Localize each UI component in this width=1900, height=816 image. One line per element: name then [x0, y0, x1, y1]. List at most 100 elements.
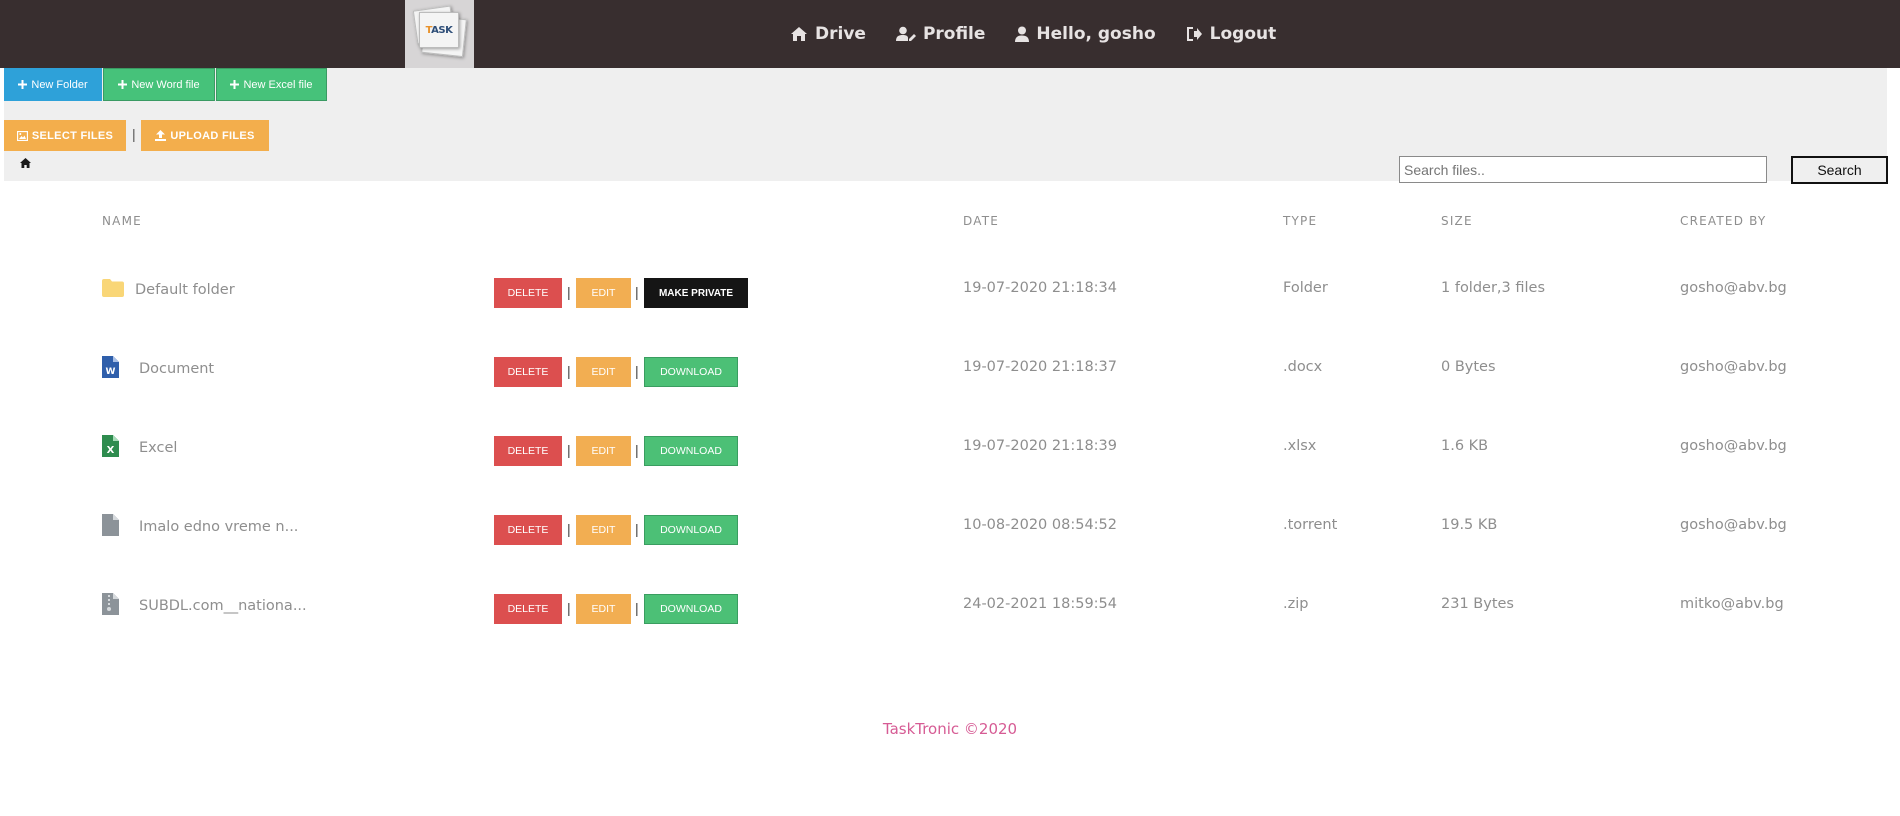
action-separator: |	[567, 363, 571, 379]
upload-files-button[interactable]: UPLOAD FILES	[141, 120, 269, 151]
edit-button[interactable]: EDIT	[576, 357, 631, 387]
edit-button[interactable]: EDIT	[576, 515, 631, 545]
search-files-input[interactable]	[1399, 156, 1767, 183]
file-date: 10-08-2020 08:54:52	[963, 517, 1117, 533]
edit-button[interactable]: EDIT	[576, 278, 631, 308]
plus-icon	[18, 80, 28, 89]
action-separator: |	[567, 521, 571, 537]
file-created-by: mitko@abv.bg	[1680, 596, 1784, 612]
file-name[interactable]: Excel	[139, 440, 177, 456]
file-created-by: gosho@abv.bg	[1680, 517, 1787, 533]
table-row[interactable]: Default folder DELETE | EDIT | MAKE PRIV…	[0, 275, 1900, 335]
delete-button[interactable]: DELETE	[494, 357, 562, 387]
delete-button[interactable]: DELETE	[494, 515, 562, 545]
nav-logout[interactable]: Logout	[1186, 24, 1277, 44]
breadcrumb-home-icon[interactable]	[20, 158, 31, 168]
new-excel-file-label: New Excel file	[243, 78, 313, 91]
action-separator: |	[635, 600, 639, 616]
main-nav: Drive Profile Hello, gosho Logout	[790, 0, 1306, 68]
action-separator: |	[567, 442, 571, 458]
file-type: .torrent	[1283, 517, 1338, 533]
column-header-type: TYPE	[1283, 214, 1318, 228]
file-name[interactable]: Document	[139, 361, 214, 377]
new-folder-button[interactable]: New Folder	[4, 68, 102, 101]
delete-button[interactable]: DELETE	[494, 278, 562, 308]
new-word-file-label: New Word file	[131, 78, 200, 91]
file-size: 231 Bytes	[1441, 596, 1514, 612]
column-header-date: DATE	[963, 214, 1000, 228]
file-date: 24-02-2021 18:59:54	[963, 596, 1117, 612]
file-created-by: gosho@abv.bg	[1680, 359, 1787, 375]
svg-text:W: W	[106, 367, 116, 377]
table-row[interactable]: SUBDL.com__nationa... DELETE | EDIT | DO…	[0, 591, 1900, 651]
home-icon	[791, 27, 807, 41]
file-type: .docx	[1283, 359, 1323, 375]
download-button[interactable]: DOWNLOAD	[644, 515, 738, 545]
logo-card-front: TASK	[419, 12, 459, 48]
upload-icon	[155, 130, 167, 141]
search-button[interactable]: Search	[1791, 156, 1888, 184]
action-separator: |	[567, 600, 571, 616]
download-button[interactable]: DOWNLOAD	[644, 436, 738, 466]
file-name[interactable]: SUBDL.com__nationa...	[139, 598, 307, 614]
svg-text:X: X	[107, 445, 115, 456]
file-type: .zip	[1283, 596, 1309, 612]
file-size: 1.6 KB	[1441, 438, 1489, 454]
action-separator: |	[635, 442, 639, 458]
make-private-button[interactable]: MAKE PRIVATE	[644, 278, 748, 308]
new-word-file-button[interactable]: New Word file	[103, 68, 215, 101]
file-name[interactable]: Default folder	[135, 282, 235, 298]
action-separator: |	[635, 284, 639, 300]
plus-icon	[230, 80, 240, 89]
zip-file-icon	[102, 593, 119, 615]
table-row[interactable]: X Excel DELETE | EDIT | DOWNLOAD 19-07-2…	[0, 433, 1900, 493]
delete-button[interactable]: DELETE	[494, 594, 562, 624]
edit-button[interactable]: EDIT	[576, 594, 631, 624]
toolbar-separator: |	[132, 126, 136, 142]
nav-profile[interactable]: Profile	[895, 24, 986, 44]
file-type: .xlsx	[1283, 438, 1317, 454]
nav-profile-label: Profile	[922, 24, 986, 44]
nav-greeting-label: Hello, gosho	[1036, 24, 1156, 44]
image-icon	[16, 130, 28, 141]
nav-drive[interactable]: Drive	[790, 24, 866, 44]
file-name[interactable]: Imalo edno vreme n...	[139, 519, 298, 535]
select-files-label: SELECT FILES	[31, 129, 114, 142]
file-created-by: gosho@abv.bg	[1680, 280, 1787, 296]
delete-button[interactable]: DELETE	[494, 436, 562, 466]
file-date: 19-07-2020 21:18:37	[963, 359, 1117, 375]
download-button[interactable]: DOWNLOAD	[644, 594, 738, 624]
column-header-created-by: CREATED BY	[1680, 214, 1767, 228]
file-size: 0 Bytes	[1441, 359, 1496, 375]
file-size: 1 folder,3 files	[1441, 280, 1546, 296]
select-files-button[interactable]: SELECT FILES	[4, 120, 126, 151]
user-edit-icon	[895, 26, 916, 41]
app-logo[interactable]: TASK	[405, 0, 474, 68]
file-date: 19-07-2020 21:18:34	[963, 280, 1117, 296]
word-file-icon: W	[102, 356, 119, 378]
file-type: Folder	[1283, 280, 1328, 296]
upload-files-label: UPLOAD FILES	[170, 129, 255, 142]
nav-greeting[interactable]: Hello, gosho	[1015, 24, 1156, 44]
logo-text: TASK	[425, 24, 453, 36]
action-separator: |	[567, 284, 571, 300]
top-navbar: TASK Drive Profile Hello, gosho Logout	[0, 0, 1900, 68]
table-row[interactable]: W Document DELETE | EDIT | DOWNLOAD 19-0…	[0, 354, 1900, 414]
file-icon	[102, 514, 119, 536]
file-date: 19-07-2020 21:18:39	[963, 438, 1117, 454]
user-icon	[1015, 26, 1030, 42]
nav-logout-label: Logout	[1209, 24, 1277, 44]
file-created-by: gosho@abv.bg	[1680, 438, 1787, 454]
new-excel-file-button[interactable]: New Excel file	[216, 68, 327, 101]
table-row[interactable]: Imalo edno vreme n... DELETE | EDIT | DO…	[0, 512, 1900, 572]
column-header-size: SIZE	[1441, 214, 1473, 228]
action-separator: |	[635, 363, 639, 379]
column-header-name: NAME	[102, 214, 142, 228]
nav-drive-label: Drive	[815, 24, 866, 44]
file-size: 19.5 KB	[1441, 517, 1498, 533]
footer-copyright: TaskTronic ©2020	[882, 720, 1018, 738]
new-folder-label: New Folder	[31, 78, 88, 91]
edit-button[interactable]: EDIT	[576, 436, 631, 466]
download-button[interactable]: DOWNLOAD	[644, 357, 738, 387]
plus-icon	[118, 80, 128, 89]
